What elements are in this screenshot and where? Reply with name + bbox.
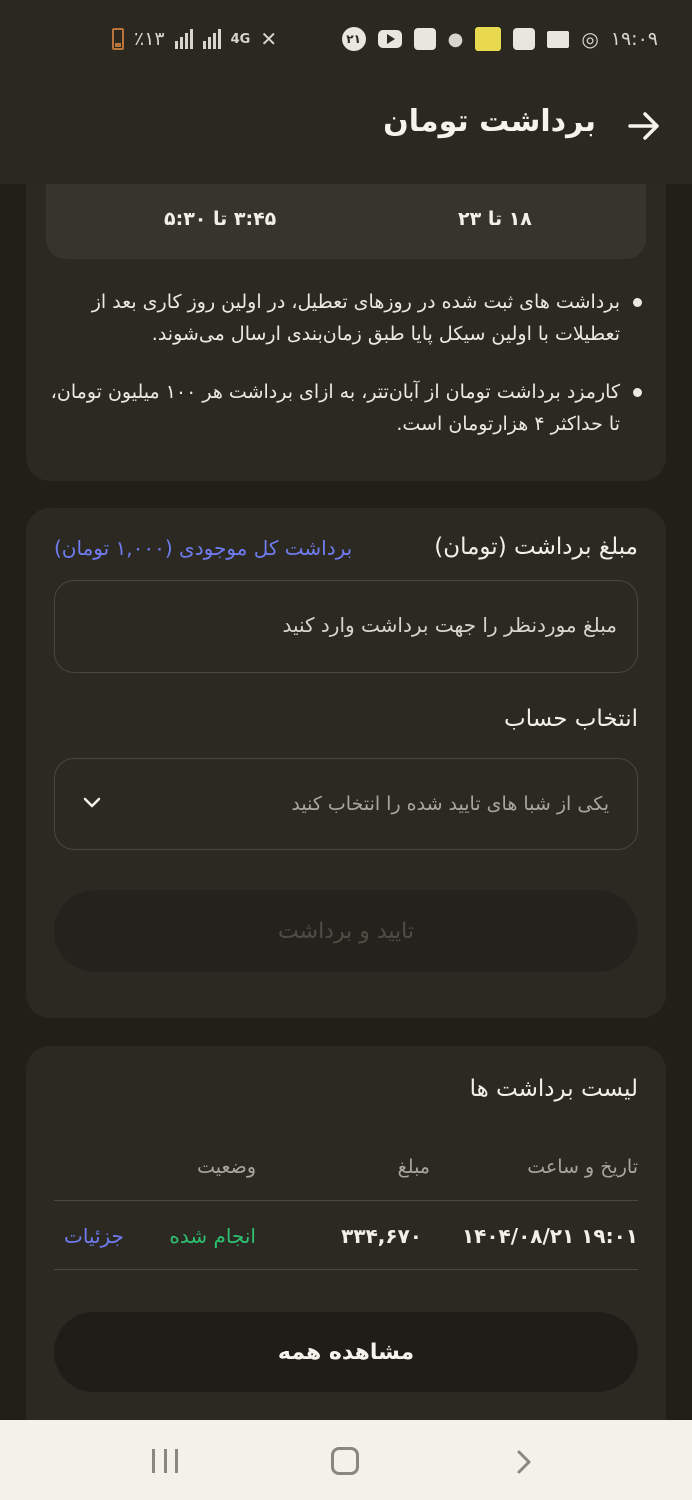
divider	[54, 1269, 638, 1270]
alert-icon	[513, 28, 536, 50]
schedule-table: ۱۸ تا ۲۳ ۳:۴۵ تا ۵:۳۰	[46, 184, 646, 259]
info-card: ۱۸ تا ۲۳ ۳:۴۵ تا ۵:۳۰ برداشت های ثبت شده…	[26, 184, 666, 481]
status-bar-left: ٪۱۳ 4G ✕	[112, 27, 277, 51]
note-fee: کارمزد برداشت تومان از آبان‌تتر، به ازای…	[42, 376, 642, 440]
app-bar: برداشت تومان	[0, 80, 692, 184]
withdraw-all-link[interactable]: برداشت کل موجودی (۱,۰۰۰ تومان)	[54, 536, 352, 560]
row-date: ۱۴۰۴/۰۸/۲۱ ۱۹:۰۱	[461, 1224, 638, 1248]
app-icon	[475, 27, 502, 51]
gallery-icon	[413, 28, 436, 50]
amount-placeholder: مبلغ موردنظر را جهت برداشت وارد کنید	[282, 613, 617, 637]
battery-level: ٪۱۳	[134, 28, 165, 50]
history-title: لیست برداشت ها	[469, 1076, 638, 1102]
status-badge: انجام شده	[169, 1224, 256, 1248]
sync-icon: ◎	[581, 27, 599, 51]
status-bar-right: ۲۱ ● ◎ ۱۹:۰۹	[341, 27, 658, 51]
home-icon[interactable]	[331, 1447, 359, 1475]
recent-apps-icon[interactable]	[152, 1449, 178, 1473]
clock-time: ۱۹:۰۹	[610, 28, 658, 50]
row-amount: ۳۳۴,۶۷۰	[341, 1224, 422, 1248]
column-header-status: وضعیت	[197, 1156, 256, 1178]
view-all-button[interactable]: مشاهده همه	[54, 1312, 638, 1392]
arrow-right-icon[interactable]	[624, 106, 664, 146]
column-header-amount: مبلغ	[397, 1156, 430, 1178]
confirm-withdraw-button[interactable]: تایید و برداشت	[54, 890, 638, 972]
signal-icon-2	[202, 29, 221, 49]
page-title: برداشت تومان	[383, 104, 596, 139]
signal-icon	[174, 29, 193, 49]
folder-icon	[547, 30, 570, 48]
chevron-down-icon	[83, 797, 101, 808]
amount-input[interactable]: مبلغ موردنظر را جهت برداشت وارد کنید	[54, 580, 638, 673]
schedule-range-a: ۱۸ تا ۲۳	[458, 208, 532, 230]
divider	[54, 1200, 638, 1201]
account-placeholder: یکی از شبا های تایید شده را انتخاب کنید	[291, 793, 609, 815]
chat-icon: ●	[447, 28, 464, 50]
history-card: لیست برداشت ها تاریخ و ساعت مبلغ وضعیت ۱…	[26, 1046, 666, 1420]
mute-icon: ✕	[260, 27, 278, 51]
battery-icon	[112, 28, 124, 50]
schedule-range-b: ۳:۴۵ تا ۵:۳۰	[164, 208, 277, 230]
amount-label: مبلغ برداشت (تومان)	[434, 534, 638, 560]
system-nav-bar	[0, 1420, 692, 1500]
account-label: انتخاب حساب	[504, 706, 638, 732]
notification-count-icon: ۲۱	[341, 27, 366, 51]
withdraw-form: مبلغ برداشت (تومان) برداشت کل موجودی (۱,…	[26, 508, 666, 1018]
network-type: 4G	[230, 31, 251, 47]
column-header-date: تاریخ و ساعت	[527, 1156, 638, 1178]
account-select[interactable]: یکی از شبا های تایید شده را انتخاب کنید	[54, 758, 638, 850]
status-bar: ٪۱۳ 4G ✕ ۲۱ ● ◎ ۱۹:۰۹	[0, 0, 692, 80]
back-chevron-icon[interactable]	[514, 1448, 534, 1476]
details-link[interactable]: جزئیات	[64, 1224, 124, 1248]
note-holiday: برداشت های ثبت شده در روزهای تعطیل، در ا…	[42, 286, 642, 350]
youtube-icon	[377, 30, 402, 48]
